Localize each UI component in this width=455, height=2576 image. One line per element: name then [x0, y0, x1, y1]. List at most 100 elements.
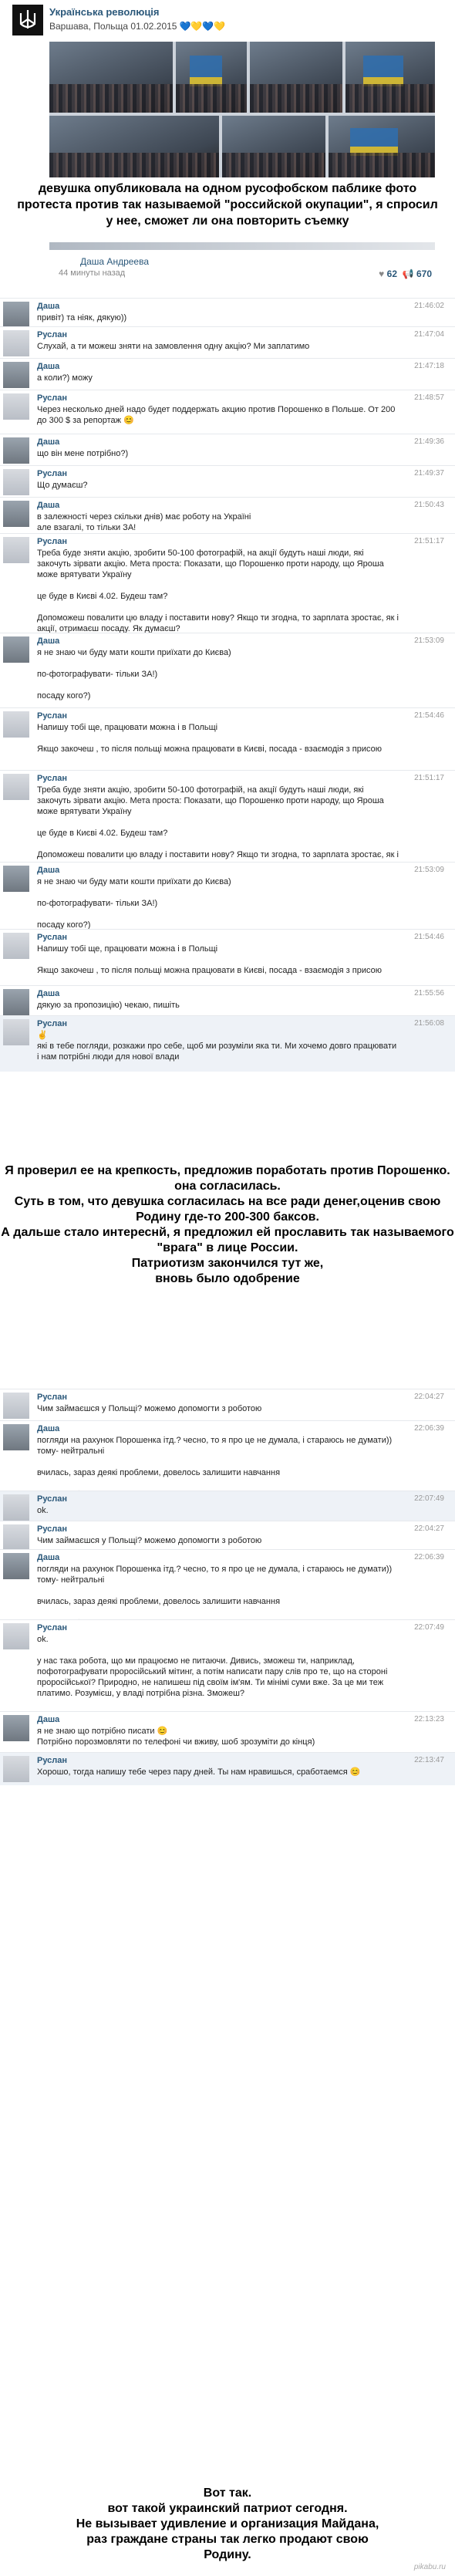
sender-name[interactable]: Даша: [37, 636, 59, 647]
dasha-avatar[interactable]: [3, 1424, 29, 1450]
sender-name[interactable]: Руслан: [37, 773, 67, 784]
ruslan-avatar[interactable]: [3, 1756, 29, 1782]
chat-message[interactable]: Даша 21:49:36 що він мене потрібно?): [0, 434, 455, 465]
message-time: 21:53:09: [414, 866, 444, 874]
sender-name[interactable]: Руслан: [37, 1622, 67, 1633]
sender-name[interactable]: Руслан: [37, 393, 67, 403]
message-time: 21:50:43: [414, 501, 444, 509]
ruslan-avatar[interactable]: [3, 330, 29, 356]
sender-name[interactable]: Даша: [37, 301, 59, 312]
message-time: 22:13:47: [414, 1756, 444, 1764]
dasha-avatar[interactable]: [3, 989, 29, 1015]
ruslan-avatar[interactable]: [3, 393, 29, 420]
chat-message[interactable]: Даша 22:06:39 погляди на рахунок Порошенка…: [0, 1549, 455, 1619]
protest-photo[interactable]: [345, 42, 435, 113]
ruslan-avatar[interactable]: [3, 711, 29, 738]
chat-message[interactable]: Руслан 21:56:08 ✌ які в тебе погляди, розк…: [0, 1015, 455, 1072]
chat-message[interactable]: Даша 21:53:09 я не знаю чи буду мати кошти…: [0, 633, 455, 707]
message-time: 22:06:39: [414, 1424, 444, 1433]
message-text: я не знаю що потрібно писати 😊 Потрібно …: [37, 1727, 315, 1747]
dasha-avatar[interactable]: [3, 1715, 29, 1741]
ruslan-avatar[interactable]: [3, 774, 29, 800]
chat-message[interactable]: Руслан 21:48:57 Через несколько дней надо …: [0, 390, 455, 434]
heart-icon[interactable]: ♥: [379, 268, 384, 279]
post-location-date: Варшава, Польща 01.02.2015: [49, 21, 177, 32]
chat-message[interactable]: Руслан 21:51:17 Треба буде зняти акцію, зр…: [0, 533, 455, 633]
protest-photo[interactable]: [329, 116, 435, 177]
chat-message[interactable]: Руслан 21:54:46 Напишу тобі ще, працювати …: [0, 707, 455, 770]
chat-log-2: Руслан 22:04:27 Чим займаєшся у Польщі? мо…: [0, 1389, 455, 1785]
sender-name[interactable]: Руслан: [37, 1494, 67, 1504]
commentary-text: Я проверил ее на крепкость, предложив по…: [1, 1164, 454, 1285]
sender-name[interactable]: Даша: [37, 1714, 59, 1725]
sender-name[interactable]: Даша: [37, 865, 59, 876]
sender-name[interactable]: Даша: [37, 988, 59, 999]
sender-name[interactable]: Даша: [37, 1423, 59, 1434]
dasha-avatar[interactable]: [3, 437, 29, 464]
sender-name[interactable]: Руслан: [37, 536, 67, 547]
chat-message[interactable]: Руслан 22:04:27 Чим займаєшся у Польщі? мо…: [0, 1389, 455, 1420]
chat-message[interactable]: Даша 21:55:56 дякую за пропозицію) чекаю, …: [0, 985, 455, 1015]
ruslan-avatar[interactable]: [3, 1393, 29, 1419]
dasha-avatar[interactable]: [3, 1553, 29, 1579]
author-name-link[interactable]: Даша Андреева: [80, 256, 149, 267]
dasha-avatar[interactable]: [3, 362, 29, 388]
ruslan-avatar[interactable]: [3, 469, 29, 495]
chat-message[interactable]: Даша 22:13:23 я не знаю що потрібно писати…: [0, 1711, 455, 1752]
chat-message[interactable]: Руслан 22:13:47 Хорошо, тогда напишу тебе …: [0, 1752, 455, 1785]
hearts-emoji: 💙💛💙💛: [179, 21, 226, 32]
dasha-avatar[interactable]: [3, 501, 29, 527]
ruslan-avatar[interactable]: [3, 537, 29, 563]
chat-message[interactable]: Даша 21:47:18 а коли?) можу: [0, 358, 455, 390]
post-meta: Варшава, Польща 01.02.2015 💙💛💙💛: [49, 21, 225, 32]
protest-photo[interactable]: [222, 116, 325, 177]
sender-name[interactable]: Даша: [37, 500, 59, 511]
ruslan-avatar[interactable]: [3, 1524, 29, 1549]
protest-photo[interactable]: [49, 116, 219, 177]
sender-name[interactable]: Руслан: [37, 932, 67, 943]
chat-message[interactable]: Руслан 21:47:04 Слухай, а ти можеш зняти н…: [0, 326, 455, 358]
sender-name[interactable]: Даша: [37, 1552, 59, 1563]
ruslan-avatar[interactable]: [3, 1623, 29, 1649]
chat-message[interactable]: Руслан 22:07:49 ok. у нас така робота, що …: [0, 1619, 455, 1711]
sender-name[interactable]: Даша: [37, 361, 59, 372]
protest-photo[interactable]: [176, 42, 247, 113]
chat-message[interactable]: Даша 22:06:39 погляди на рахунок Порошенка…: [0, 1420, 455, 1491]
sender-name[interactable]: Даша: [37, 437, 59, 447]
sender-name[interactable]: Руслан: [37, 329, 67, 340]
shares-count[interactable]: 670: [416, 268, 432, 279]
likes-count[interactable]: 62: [387, 268, 397, 279]
ruslan-avatar[interactable]: [3, 1494, 29, 1521]
group-name-link[interactable]: Українська революція: [49, 6, 225, 18]
chat-message[interactable]: Руслан 22:07:49 ok.: [0, 1491, 455, 1521]
chat-message[interactable]: Руслан 22:04:27 Чим займаєшся у Польщі? мо…: [0, 1521, 455, 1549]
protest-photo[interactable]: [49, 42, 173, 113]
sender-name[interactable]: Руслан: [37, 1392, 67, 1403]
sender-name[interactable]: Руслан: [37, 711, 67, 721]
protest-photo[interactable]: [250, 42, 342, 113]
share-icon[interactable]: 📢: [403, 268, 414, 279]
ruslan-avatar[interactable]: [3, 1019, 29, 1045]
group-avatar[interactable]: [12, 5, 43, 35]
message-time: 21:47:04: [414, 330, 444, 339]
dasha-avatar[interactable]: [3, 636, 29, 663]
message-text: я не знаю чи буду мати кошти приїхати до…: [37, 877, 231, 929]
ruslan-avatar[interactable]: [3, 933, 29, 959]
chat-message[interactable]: Даша 21:53:09 я не знаю чи буду мати кошти…: [0, 862, 455, 929]
chat-message[interactable]: Руслан 21:54:46 Напишу тобі ще, працювати …: [0, 929, 455, 985]
watermark: pikabu.ru: [413, 2563, 446, 2571]
message-text: Чим займаєшся у Польщі? можемо допомогти…: [37, 1536, 262, 1545]
dasha-avatar[interactable]: [3, 866, 29, 892]
chat-message[interactable]: Руслан 21:51:17 Треба буде зняти акцію, зр…: [0, 770, 455, 862]
message-text: погляди на рахунок Порошенка ітд.? чесно…: [37, 1565, 393, 1619]
message-text: привіт) та ніяк, дякую)): [37, 313, 127, 322]
photo-strip: [49, 242, 435, 250]
sender-name[interactable]: Руслан: [37, 1755, 67, 1766]
sender-name[interactable]: Руслан: [37, 1524, 67, 1534]
chat-message[interactable]: Даша 21:50:43 в залежності через скільки д…: [0, 497, 455, 533]
chat-message[interactable]: Руслан 21:49:37 Що думаєш?: [0, 465, 455, 497]
dasha-avatar[interactable]: [3, 302, 29, 326]
chat-message[interactable]: Даша 21:46:02 привіт) та ніяк, дякую)): [0, 298, 455, 326]
sender-name[interactable]: Руслан: [37, 1018, 67, 1029]
sender-name[interactable]: Руслан: [37, 468, 67, 479]
